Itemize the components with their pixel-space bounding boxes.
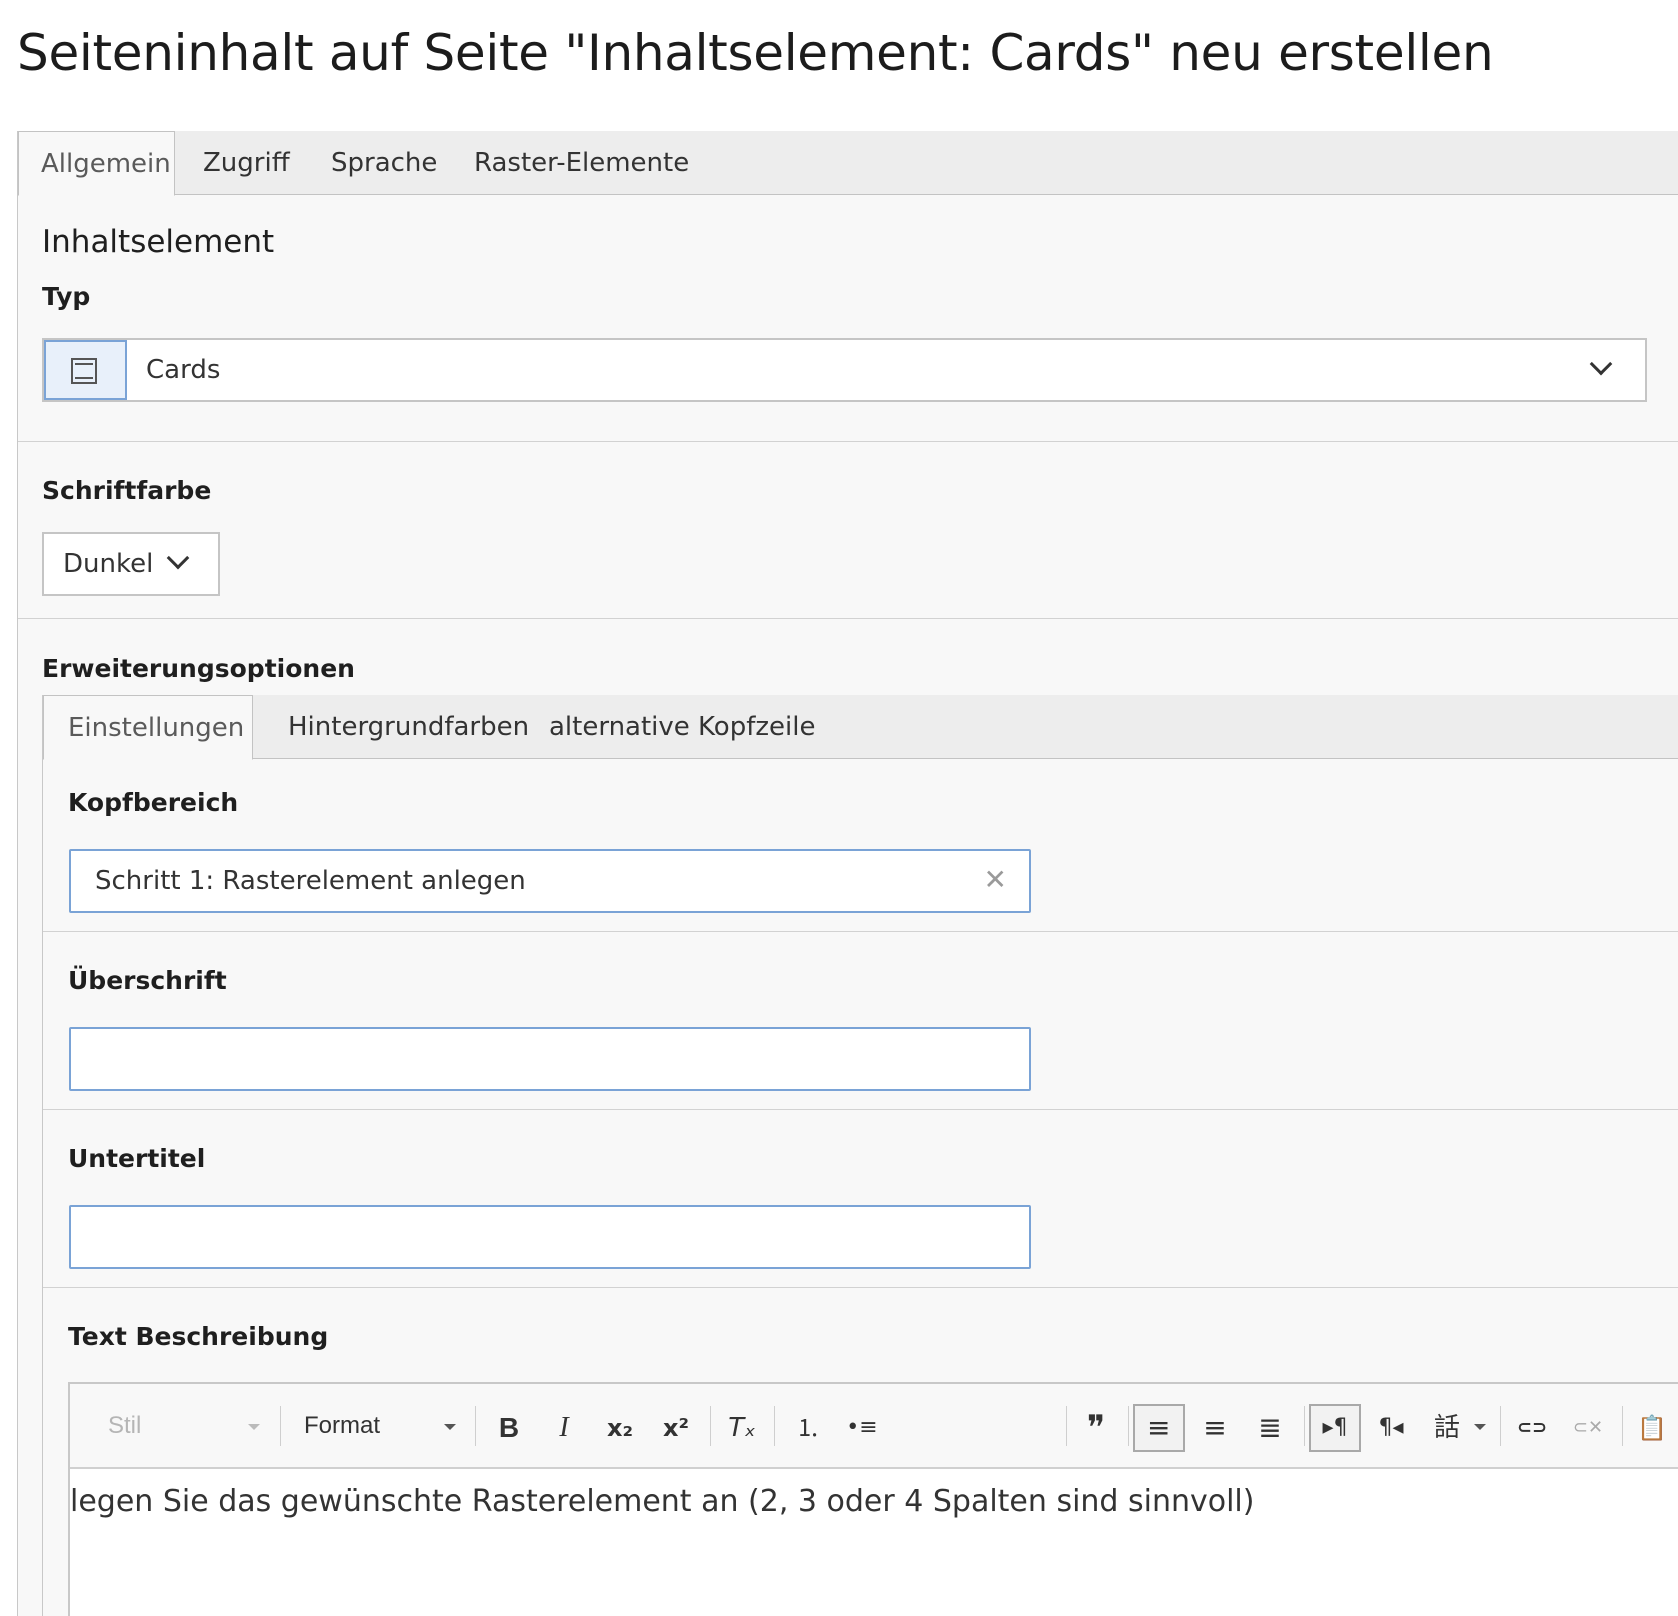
toolbar-separator — [280, 1406, 281, 1446]
rte-content[interactable]: legen Sie das gewünschte Rasterelement a… — [70, 1484, 1254, 1519]
text-label: Text Beschreibung — [68, 1322, 329, 1351]
caret-down-icon — [248, 1424, 260, 1430]
paste-icon[interactable]: 📋 — [1626, 1404, 1678, 1452]
toolbar-separator — [1622, 1406, 1623, 1446]
tab-allgemein[interactable]: Allgemein — [18, 131, 175, 196]
content-element-icon — [71, 358, 97, 384]
toolbar-separator — [710, 1406, 711, 1446]
chevron-down-icon — [166, 546, 190, 570]
rtl-icon[interactable]: ¶◂ — [1365, 1404, 1417, 1452]
language-icon[interactable]: 話 — [1421, 1404, 1473, 1452]
extension-tabbar: Einstellungen Hintergrundfarben alternat… — [43, 695, 1678, 760]
caret-down-icon — [444, 1424, 456, 1430]
subscript-icon[interactable]: x₂ — [594, 1404, 646, 1452]
divider — [18, 441, 1678, 442]
divider — [43, 1109, 1678, 1110]
divider — [43, 931, 1678, 932]
toolbar-separator — [1066, 1406, 1067, 1446]
section-title-inhaltselement: Inhaltselement — [42, 224, 275, 260]
extension-label: Erweiterungsoptionen — [42, 654, 355, 683]
type-label: Typ — [42, 282, 91, 311]
align-left-icon[interactable]: ≡ — [1133, 1404, 1185, 1452]
bold-icon[interactable]: B — [483, 1404, 535, 1452]
toolbar-separator — [1500, 1406, 1501, 1446]
bulleted-list-icon[interactable]: •≡ — [836, 1404, 888, 1452]
format-combo[interactable]: Format — [304, 1406, 380, 1446]
remove-format-icon[interactable]: Tₓ — [716, 1404, 768, 1452]
tab-sprache[interactable]: Sprache — [331, 131, 437, 195]
subtitle-input[interactable] — [69, 1205, 1031, 1269]
justify-icon[interactable]: ≣ — [1244, 1404, 1296, 1452]
blockquote-icon[interactable]: ❞ — [1070, 1404, 1122, 1452]
italic-icon[interactable]: I — [538, 1404, 590, 1452]
toolbar-separator — [1304, 1406, 1305, 1446]
rich-text-editor[interactable]: Stil Format B I x₂ x² Tₓ ⒈ •≡ ❞ ≡ ≡ ≣ ▸¶… — [68, 1382, 1678, 1616]
toolbar-separator — [774, 1406, 775, 1446]
header-area-input[interactable]: Schritt 1: Rasterelement anlegen ✕ — [69, 849, 1031, 913]
page-title: Seiteninhalt auf Seite "Inhaltselement: … — [17, 24, 1494, 82]
type-icon-box — [44, 340, 127, 400]
clear-icon[interactable]: ✕ — [984, 865, 1007, 895]
rte-toolbar: Stil Format B I x₂ x² Tₓ ⒈ •≡ ❞ ≡ ≡ ≣ ▸¶… — [70, 1384, 1678, 1469]
font-color-value: Dunkel — [63, 549, 154, 579]
header-area-value: Schritt 1: Rasterelement anlegen — [95, 866, 526, 896]
subtitle-label: Untertitel — [68, 1144, 206, 1173]
divider — [18, 618, 1678, 619]
link-icon[interactable]: ⊂⊃ — [1506, 1404, 1558, 1452]
font-color-label: Schriftfarbe — [42, 476, 212, 505]
superscript-icon[interactable]: x² — [650, 1404, 702, 1452]
type-select[interactable]: Cards — [42, 338, 1647, 402]
tab-einstellungen[interactable]: Einstellungen — [43, 695, 253, 760]
toolbar-separator — [475, 1406, 476, 1446]
ltr-icon[interactable]: ▸¶ — [1309, 1404, 1361, 1452]
align-center-icon[interactable]: ≡ — [1189, 1404, 1241, 1452]
heading-input[interactable] — [69, 1027, 1031, 1091]
unlink-icon[interactable]: ⊂✕ — [1562, 1404, 1614, 1452]
caret-down-icon — [1474, 1424, 1486, 1430]
type-select-value: Cards — [146, 355, 221, 385]
heading-label: Überschrift — [68, 966, 227, 995]
tab-zugriff[interactable]: Zugriff — [203, 131, 290, 195]
tab-hintergrundfarben[interactable]: Hintergrundfarben — [288, 695, 529, 759]
style-combo[interactable]: Stil — [108, 1406, 141, 1446]
chevron-down-icon — [1589, 352, 1613, 376]
main-tabbar: Allgemein Zugriff Sprache Raster-Element… — [18, 131, 1678, 196]
tab-alternative-kopfzeile[interactable]: alternative Kopfzeile — [549, 695, 815, 759]
tab-raster-elemente[interactable]: Raster-Elemente — [474, 131, 689, 195]
divider — [43, 1287, 1678, 1288]
font-color-select[interactable]: Dunkel — [42, 532, 220, 596]
numbered-list-icon[interactable]: ⒈ — [782, 1404, 834, 1452]
header-area-label: Kopfbereich — [68, 788, 239, 817]
toolbar-separator — [1128, 1406, 1129, 1446]
